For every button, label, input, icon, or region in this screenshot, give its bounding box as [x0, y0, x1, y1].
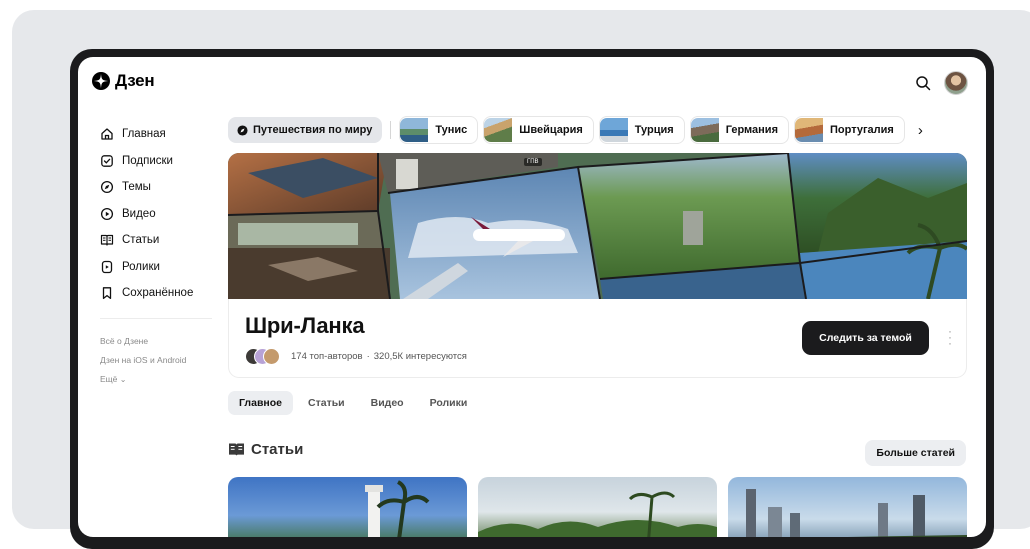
sidebar-item-articles[interactable]: Статьи	[100, 227, 222, 254]
article-card[interactable]	[728, 477, 967, 537]
section-title: Статьи	[251, 441, 304, 458]
sidebar-item-subscriptions[interactable]: Подписки	[100, 148, 222, 175]
about-dzen-link[interactable]: Всё о Дзене	[100, 332, 222, 351]
topics-bar: Путешествия по миру Тунис Швейцария Турц…	[228, 116, 972, 144]
more-link[interactable]: Ещё ⌄	[100, 370, 222, 389]
chevron-down-icon: ⌄	[119, 374, 127, 384]
sidebar-item-shorts[interactable]: Ролики	[100, 254, 222, 281]
more-options-icon[interactable]: · · ·	[948, 325, 952, 349]
topic-hero-collage: ГПВ	[228, 153, 967, 299]
video-play-icon	[100, 207, 114, 220]
topics-separator	[390, 121, 392, 139]
subscriptions-icon	[101, 154, 113, 167]
topic-tabs: Главное Статьи Видео Ролики	[228, 391, 478, 415]
article-card-image	[365, 480, 430, 537]
article-card[interactable]	[478, 477, 717, 537]
topic-thumbnail	[599, 118, 628, 142]
compass-icon	[100, 181, 114, 194]
more-articles-button[interactable]: Больше статей	[865, 440, 966, 466]
article-card[interactable]	[228, 477, 467, 537]
topic-chip-travel[interactable]: Путешествия по миру	[228, 117, 383, 143]
topic-chip-tunisia[interactable]: Тунис	[399, 116, 479, 144]
topic-chip-label: Турция	[634, 124, 674, 136]
more-label: Ещё	[100, 373, 118, 384]
sidebar-item-label: Главная	[122, 128, 166, 141]
chevron-right-icon[interactable]: ›	[918, 122, 923, 139]
topic-chip-switzerland[interactable]: Швейцария	[483, 116, 594, 144]
hero-collage-image	[228, 153, 967, 299]
meta-separator: ·	[366, 350, 370, 362]
follow-topic-button[interactable]: Следить за темой	[802, 321, 929, 355]
author-avatar	[263, 348, 280, 365]
tab-shorts[interactable]: Ролики	[419, 391, 479, 415]
shorts-icon	[101, 260, 113, 273]
topic-chip-label: Португалия	[830, 124, 894, 136]
topic-thumbnail	[795, 118, 823, 142]
topic-title: Шри-Ланка	[245, 313, 365, 338]
search-icon[interactable]	[915, 75, 931, 91]
interested-count: 320,5К интересуются	[373, 350, 467, 362]
topic-meta: 174 топ-авторов · 320,5К интересуются	[245, 348, 467, 365]
home-icon	[101, 128, 113, 140]
topic-chip-turkey[interactable]: Турция	[598, 116, 685, 144]
book-icon	[229, 443, 244, 456]
article-card-image	[746, 489, 967, 537]
authors-count: 174 топ-авторов	[291, 350, 363, 362]
dzen-logo-icon	[92, 72, 110, 90]
sidebar-divider	[100, 317, 212, 319]
topic-thumbnail	[690, 118, 719, 142]
topic-header-card: Шри-Ланка 174 топ-авторов · 320,5К интер…	[228, 299, 967, 378]
compass-icon	[237, 124, 248, 136]
topic-thumbnail	[484, 118, 513, 142]
topic-chip-portugal[interactable]: Португалия	[794, 116, 905, 144]
topic-chip-label: Путешествия по миру	[253, 124, 373, 136]
app-screen: Дзен Главная Подписки Темы Видео Статьи	[78, 57, 986, 537]
tab-articles[interactable]: Статьи	[297, 391, 356, 415]
tab-main[interactable]: Главное	[228, 391, 293, 415]
topic-chip-label: Швейцария	[519, 124, 583, 136]
sidebar-item-saved[interactable]: Сохранённое	[100, 280, 222, 307]
sidebar-item-label: Ролики	[122, 260, 160, 273]
sidebar-item-topics[interactable]: Темы	[100, 174, 222, 201]
sidebar-item-label: Подписки	[122, 154, 173, 167]
sidebar-item-label: Сохранённое	[122, 287, 194, 300]
topic-chip-label: Тунис	[435, 124, 468, 136]
sidebar-item-label: Видео	[122, 207, 156, 220]
hero-image-tag: ГПВ	[524, 158, 542, 166]
article-card-image	[478, 491, 717, 537]
apps-link[interactable]: Дзен на iOS и Android	[100, 351, 222, 370]
sidebar-item-video[interactable]: Видео	[100, 201, 222, 228]
user-avatar[interactable]	[944, 71, 968, 95]
bookmark-icon	[102, 287, 112, 300]
sidebar-item-label: Статьи	[122, 234, 160, 247]
sidebar: Главная Подписки Темы Видео Статьи Ролик…	[100, 121, 222, 389]
sidebar-item-home[interactable]: Главная	[100, 121, 222, 148]
dzen-logo[interactable]: Дзен	[92, 71, 155, 91]
topic-thumbnail	[400, 118, 429, 142]
topic-chip-label: Германия	[725, 124, 778, 136]
articles-section-header: Статьи	[228, 441, 303, 458]
header-actions	[915, 71, 968, 95]
book-icon	[100, 235, 114, 246]
tab-video[interactable]: Видео	[360, 391, 415, 415]
article-cards	[228, 477, 967, 537]
topic-chip-germany[interactable]: Германия	[689, 116, 789, 144]
top-authors-avatars	[245, 348, 287, 365]
sidebar-item-label: Темы	[122, 181, 151, 194]
logo-text: Дзен	[115, 71, 155, 90]
